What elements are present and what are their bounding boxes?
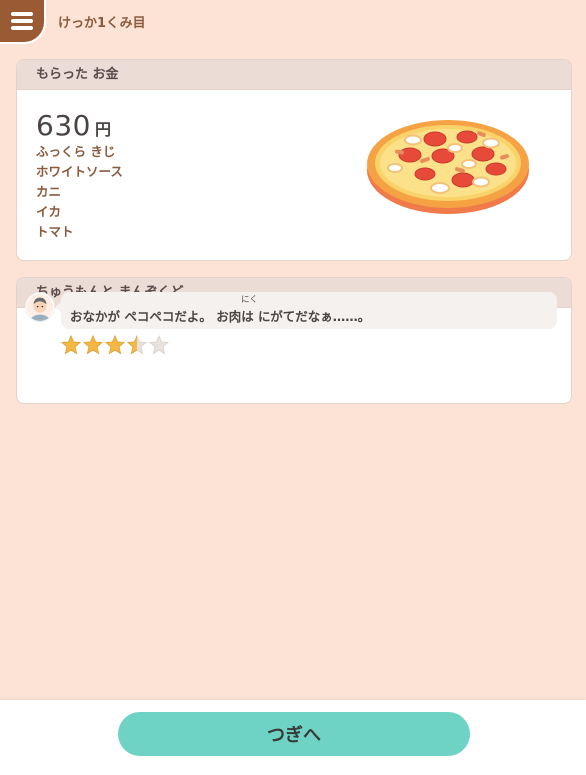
star-icon <box>105 335 125 355</box>
page-title: けっか1くみ目 <box>58 16 146 31</box>
pizza-illustration <box>367 120 529 214</box>
star-icon <box>127 335 147 355</box>
star-icon <box>83 335 103 355</box>
review-card: ちゅうもんと まんぞくど にく おなかが ペコペコだよ。 お肉は にがてだなぁ…… <box>16 277 572 404</box>
ingredient-item: トマト <box>36 224 74 239</box>
ruby-annotation: にく <box>241 295 258 305</box>
star-icon <box>61 335 81 355</box>
ingredient-item: ホワイトソース <box>36 164 123 179</box>
ingredient-item: ふっくら きじ <box>36 144 116 159</box>
money-card: もらった お金 630 円 ふっくら きじ ホワイトソース カニ イカ トマト <box>16 59 572 261</box>
satisfaction-rating <box>61 335 169 355</box>
ingredient-item: イカ <box>36 204 62 219</box>
hamburger-menu-icon <box>11 12 33 30</box>
price-unit: 円 <box>94 120 111 139</box>
customer-comment: おなかが ペコペコだよ。 お肉は にがてだなぁ……。 <box>70 309 371 324</box>
price: 630 円 <box>36 109 111 142</box>
footer-bar: つぎへ <box>0 700 586 775</box>
ingredient-item: カニ <box>36 184 62 199</box>
customer-comment-bubble: にく おなかが ペコペコだよ。 お肉は にがてだなぁ……。 <box>55 292 557 329</box>
customer-avatar-icon <box>25 292 55 322</box>
star-icon <box>149 335 169 355</box>
money-card-heading: もらった お金 <box>17 60 571 90</box>
next-button[interactable]: つぎへ <box>118 712 470 756</box>
ingredient-list: ふっくら きじ ホワイトソース カニ イカ トマト <box>36 142 123 242</box>
price-value: 630 <box>36 109 91 142</box>
menu-button[interactable] <box>0 0 46 44</box>
